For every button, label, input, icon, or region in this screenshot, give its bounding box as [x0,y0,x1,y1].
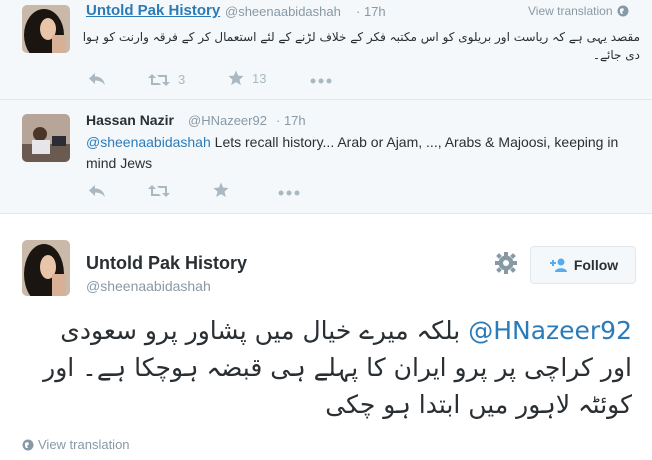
reply-icon [89,73,105,85]
favorite-button[interactable]: 13 [228,70,266,86]
tweet-text: @sheenaabidashah Lets recall history... … [86,132,626,174]
globe-icon [22,439,34,450]
globe-icon [617,5,628,17]
view-translation-link[interactable]: View translation [528,4,629,18]
star-icon [213,182,229,197]
gear-icon[interactable] [495,252,517,274]
mention-link[interactable]: @sheenaabidashah [86,134,211,150]
star-icon [228,70,244,85]
reply-button[interactable] [88,184,106,198]
view-translation-label: View translation [528,4,613,18]
retweet-icon [148,185,170,197]
retweet-button[interactable] [148,184,170,198]
more-icon [310,78,332,84]
view-translation-link[interactable]: View translation [22,437,130,452]
avatar[interactable] [22,240,70,296]
tweet-text: مقصد یہی ہے کہ ریاست اور بریلوی کو اس مک… [82,30,640,62]
tweet-untold-pak-history[interactable]: Untold Pak History @sheenaabidashah · 17… [0,0,652,100]
add-user-icon [549,258,567,272]
more-button[interactable] [310,78,332,84]
retweet-count: 3 [178,72,186,87]
tweet-time-value[interactable]: 17h [364,4,386,19]
more-button[interactable] [278,190,300,196]
author-name[interactable]: Untold Pak History [86,253,247,274]
follow-button[interactable]: Follow [530,246,636,284]
author-name[interactable]: Hassan Nazir [86,112,174,128]
tweet-time-value[interactable]: 17h [284,113,306,128]
view-translation-label: View translation [38,437,130,452]
author-handle[interactable]: @HNazeer92 [188,113,267,128]
mention-link[interactable]: @HNazeer92 [468,316,632,345]
favorite-button[interactable] [213,182,229,198]
reply-icon [89,185,105,197]
avatar[interactable] [22,114,70,162]
retweet-icon [148,73,170,86]
follow-label: Follow [573,257,619,273]
author-handle[interactable]: @sheenaabidashah [86,278,211,294]
author-handle[interactable]: @sheenaabidashah [225,4,341,19]
main-tweet-text: @HNazeer92 بلکہ میرے خیال میں پشاور پرو … [22,312,632,423]
tweet-time[interactable]: · 17h [356,4,386,19]
retweet-button[interactable]: 3 [148,72,185,87]
reply-button[interactable] [88,72,106,86]
more-icon [278,190,300,196]
avatar[interactable] [22,5,70,53]
favorite-count: 13 [252,70,267,86]
author-name[interactable]: Untold Pak History [86,2,220,19]
tweet-hassan-nazir[interactable]: Hassan Nazir @HNazeer92 · 17h @sheenaabi… [0,100,652,214]
tweet-time[interactable]: · 17h [276,113,306,128]
